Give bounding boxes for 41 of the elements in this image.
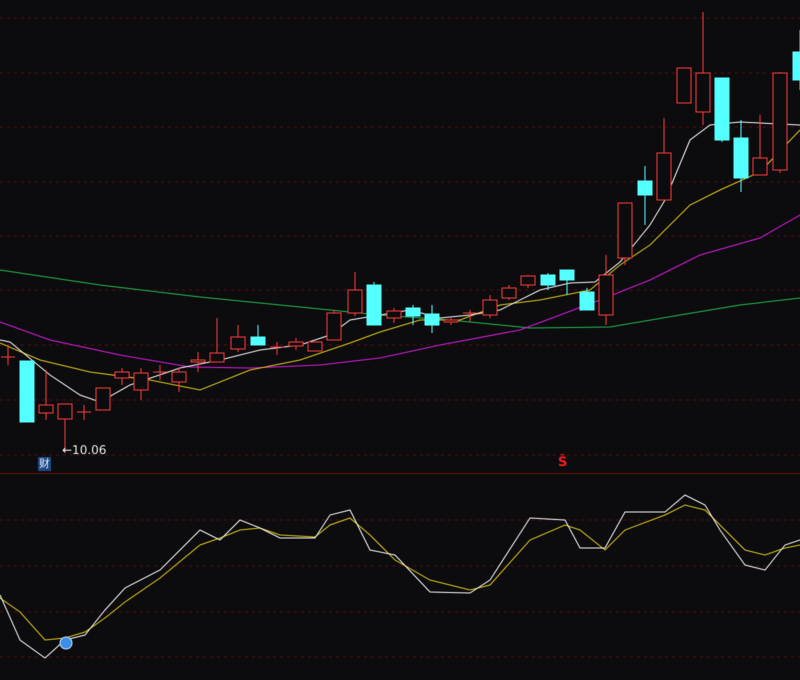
candlestick (152, 364, 168, 380)
candlestick (326, 310, 342, 340)
candlestick (250, 324, 266, 346)
candlestick (520, 274, 536, 288)
candlestick (502, 284, 516, 300)
candlestick (462, 310, 478, 322)
candlestick (172, 368, 186, 392)
candlestick (210, 318, 224, 362)
candlestick (618, 202, 632, 266)
candlestick (540, 272, 556, 290)
candlestick (598, 254, 614, 326)
candlestick (424, 304, 440, 334)
candlestick (386, 308, 402, 324)
low-price-label: ←10.06 (62, 443, 106, 457)
candlestick (580, 288, 594, 310)
candlestick (230, 324, 246, 352)
candlestick (308, 342, 322, 352)
candlestick (134, 368, 148, 400)
candlestick (96, 388, 110, 410)
candlestick (714, 78, 730, 142)
candlestick (20, 360, 34, 422)
signal-marker: Ŝ (558, 455, 568, 470)
candlestick (270, 342, 284, 356)
candlestick (288, 338, 304, 350)
signal-dot-icon (60, 636, 72, 650)
candlestick (560, 270, 574, 296)
candlestick (676, 68, 692, 104)
candlestick (366, 282, 382, 326)
candlestick (482, 294, 498, 318)
candlestick (752, 114, 768, 176)
candlestick (406, 304, 420, 326)
candlestick (638, 166, 652, 226)
candlestick (114, 368, 130, 386)
candlestick (0, 344, 16, 366)
candlestick (190, 352, 206, 372)
candlestick (348, 272, 362, 316)
candlestick (444, 318, 458, 326)
candlestick (76, 404, 92, 420)
candlestick (792, 30, 800, 90)
event-badge[interactable]: 财 (38, 457, 51, 471)
candlestick (38, 370, 54, 420)
